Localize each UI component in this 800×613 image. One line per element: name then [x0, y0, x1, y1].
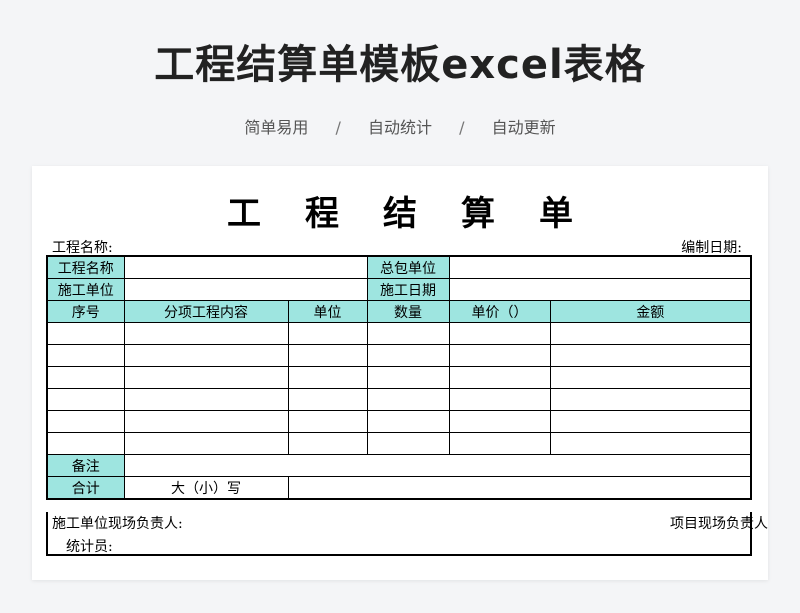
column-header: 数量	[366, 300, 450, 323]
table-cell[interactable]	[549, 432, 752, 455]
table-cell[interactable]	[366, 366, 450, 389]
tag-auto-update: 自动更新	[491, 118, 556, 137]
contractor-cell: 总包单位	[366, 255, 450, 279]
column-header: 分项工程内容	[123, 300, 289, 323]
table-row	[46, 410, 752, 433]
project-manager-label: 项目现场负责人	[670, 516, 768, 532]
table-cell[interactable]	[123, 344, 289, 367]
table-row	[46, 388, 752, 411]
table-cell[interactable]	[46, 322, 125, 345]
table-cell[interactable]	[549, 388, 752, 411]
table-cell[interactable]	[46, 410, 125, 433]
table-cell[interactable]	[448, 432, 551, 455]
table-cell[interactable]	[448, 388, 551, 411]
title-char: 程	[305, 194, 339, 234]
table-row	[46, 344, 752, 367]
document-title: 工程结算单	[32, 186, 768, 235]
table-cell[interactable]	[366, 344, 450, 367]
project-name-label: 工程名称:	[52, 240, 113, 256]
title-char: 工	[227, 194, 261, 234]
table-cell[interactable]	[549, 322, 752, 345]
table-row	[46, 322, 752, 345]
table-cell[interactable]	[46, 366, 125, 389]
builder-cell: 施工单位	[46, 278, 125, 301]
table-cell[interactable]	[287, 388, 368, 411]
tagline: 简单易用 / 自动统计 / 自动更新	[0, 114, 800, 138]
statistician-label: 统计员:	[66, 539, 113, 555]
project-name-value[interactable]	[123, 255, 368, 279]
build-date-cell: 施工日期	[366, 278, 450, 301]
info-row: 工程名称 总包单位	[46, 255, 752, 279]
info-row: 施工单位 施工日期	[46, 278, 752, 301]
table-cell[interactable]	[123, 388, 289, 411]
table-cell[interactable]	[366, 388, 450, 411]
title-char: 单	[539, 194, 573, 234]
table-row	[46, 366, 752, 389]
column-header: 金额	[549, 300, 752, 323]
settlement-table: 工程名称 总包单位 施工单位 施工日期 序号 分项工程内容 单位 数量 单价（）…	[46, 255, 752, 500]
column-header-row: 序号 分项工程内容 单位 数量 单价（） 金额	[46, 300, 752, 323]
table-cell[interactable]	[448, 410, 551, 433]
table-cell[interactable]	[123, 366, 289, 389]
table-cell[interactable]	[549, 366, 752, 389]
settlement-sheet: 工 程 结 算 单 工程名称: 编制日期: 工程名称 总包单位 施工单位 施工日期 序号…	[32, 166, 768, 580]
contractor-value[interactable]	[448, 255, 752, 279]
site-manager-label: 施工单位现场负责人:	[52, 516, 183, 532]
total-words: 大（小）写	[123, 476, 289, 500]
builder-value[interactable]	[123, 278, 368, 301]
table-cell[interactable]	[448, 322, 551, 345]
tag-separator: /	[335, 118, 341, 137]
title-char: 结	[383, 194, 417, 234]
remark-row: 备注	[46, 454, 752, 477]
table-cell[interactable]	[287, 344, 368, 367]
remark-label: 备注	[46, 454, 125, 477]
build-date-value[interactable]	[448, 278, 752, 301]
table-cell[interactable]	[46, 388, 125, 411]
date-label: 编制日期:	[681, 240, 742, 256]
column-header: 序号	[46, 300, 125, 323]
table-cell[interactable]	[123, 432, 289, 455]
table-cell[interactable]	[448, 344, 551, 367]
title-char: 算	[461, 194, 495, 234]
table-cell[interactable]	[287, 366, 368, 389]
total-value[interactable]	[287, 476, 752, 500]
remark-value[interactable]	[123, 454, 752, 477]
table-cell[interactable]	[448, 366, 551, 389]
item-rows	[46, 322, 752, 455]
table-cell[interactable]	[366, 432, 450, 455]
table-cell[interactable]	[123, 410, 289, 433]
table-cell[interactable]	[287, 322, 368, 345]
tag-easy: 简单易用	[244, 118, 309, 137]
table-cell[interactable]	[46, 344, 125, 367]
table-cell[interactable]	[366, 322, 450, 345]
table-cell[interactable]	[549, 410, 752, 433]
tag-separator: /	[459, 118, 465, 137]
table-cell[interactable]	[549, 344, 752, 367]
column-header: 单位	[287, 300, 368, 323]
table-cell[interactable]	[366, 410, 450, 433]
table-row	[46, 432, 752, 455]
table-cell[interactable]	[287, 410, 368, 433]
tag-auto-stat: 自动统计	[367, 118, 432, 137]
page-title: 工程结算单模板excel表格	[154, 42, 646, 88]
project-name-cell: 工程名称	[46, 255, 125, 279]
table-cell[interactable]	[123, 322, 289, 345]
table-cell[interactable]	[287, 432, 368, 455]
total-label: 合计	[46, 476, 125, 500]
column-header: 单价（）	[448, 300, 551, 323]
total-row: 合计 大（小）写	[46, 476, 752, 500]
table-cell[interactable]	[46, 432, 125, 455]
